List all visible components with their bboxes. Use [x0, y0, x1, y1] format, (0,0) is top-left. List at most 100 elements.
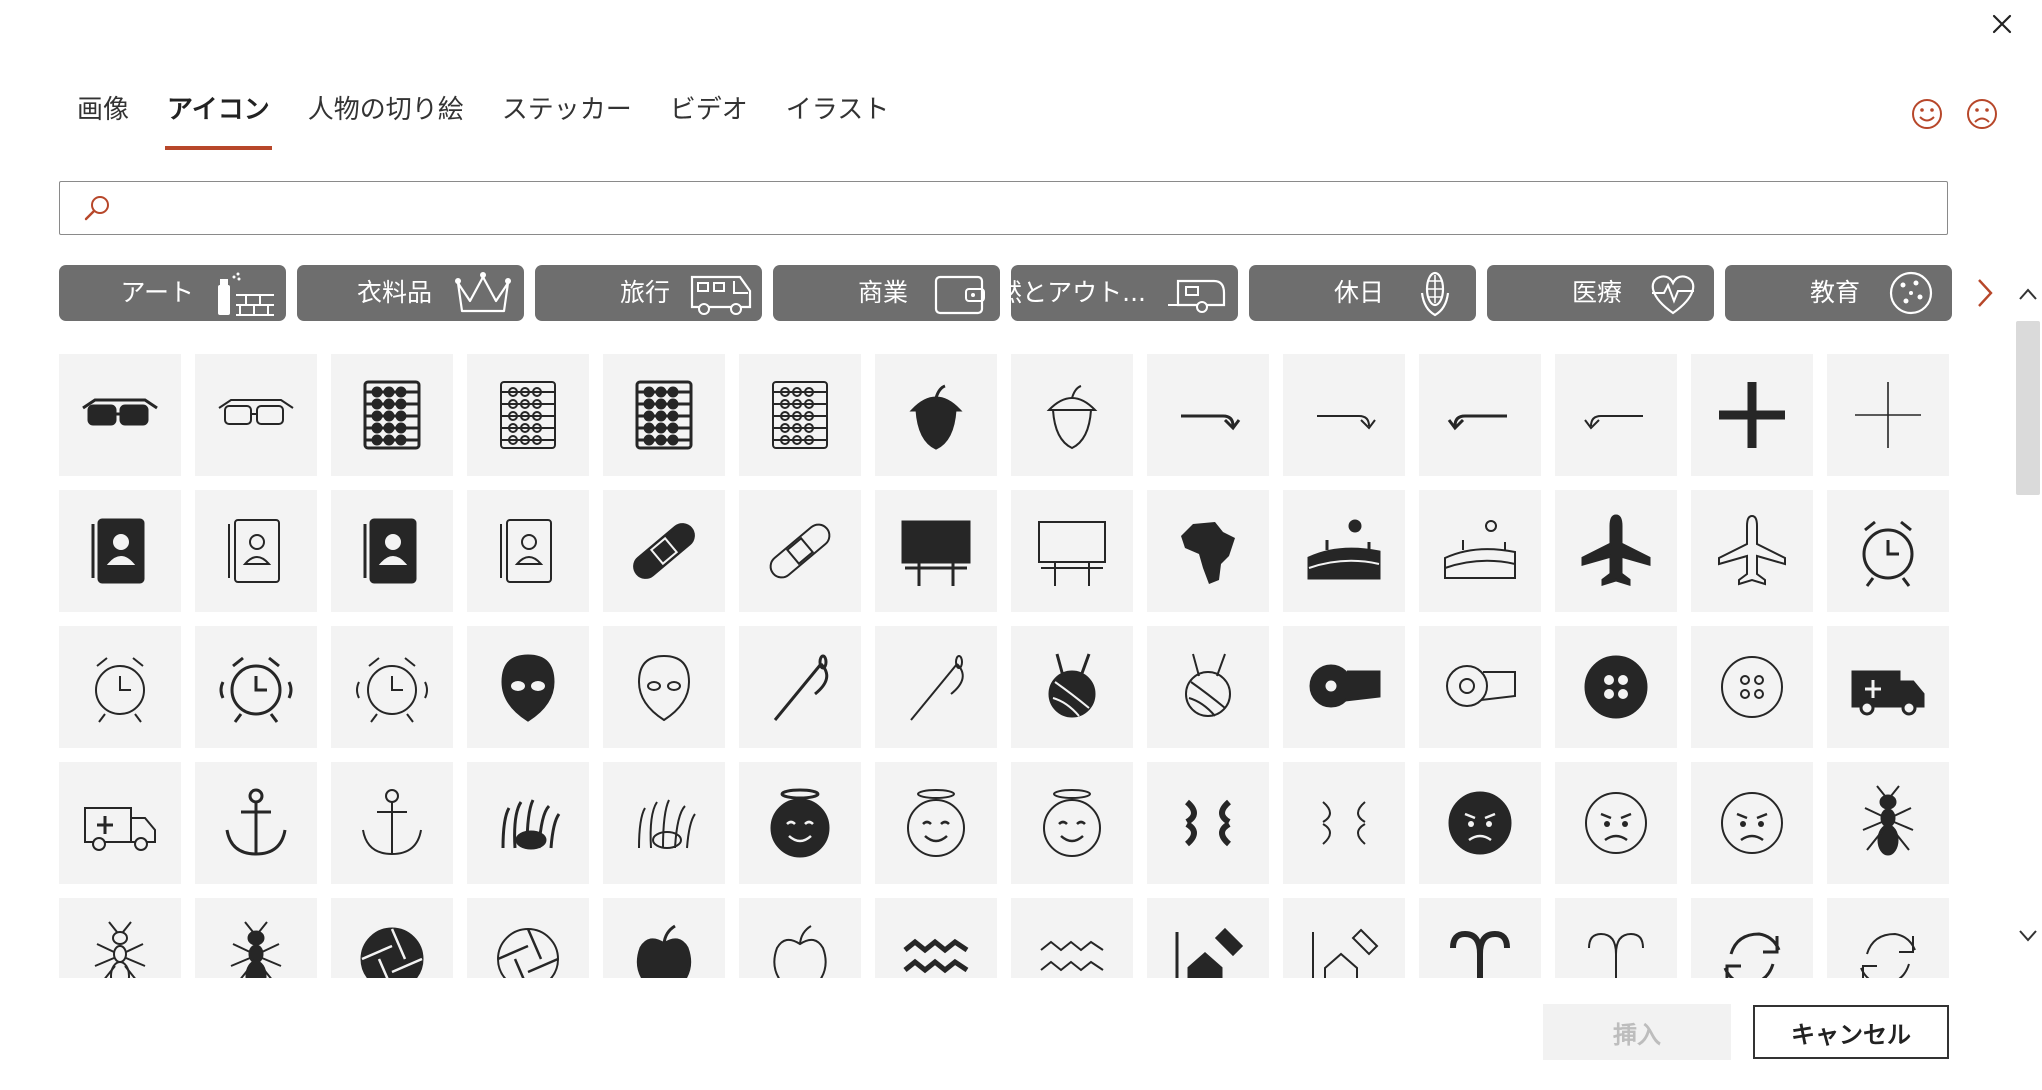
carousel-next-button[interactable] [1968, 268, 2002, 318]
icon-tile[interactable] [1827, 490, 1949, 612]
icon-tile[interactable] [739, 762, 861, 884]
icon-tile[interactable] [331, 762, 453, 884]
icon-tile[interactable] [1011, 490, 1133, 612]
icon-tile[interactable] [739, 626, 861, 748]
icon-tile[interactable] [875, 762, 997, 884]
scroll-up-button[interactable] [2014, 279, 2042, 309]
scroll-down-button[interactable] [2014, 921, 2042, 951]
icon-tile[interactable] [1011, 762, 1133, 884]
scroll-thumb[interactable] [2016, 321, 2040, 495]
icon-tile[interactable] [875, 354, 997, 476]
antarctica-icon [230, 921, 282, 978]
icon-tile[interactable] [331, 626, 453, 748]
cancel-button[interactable]: キャンセル [1753, 1005, 1949, 1059]
tab-stickers[interactable]: ステッカー [500, 90, 634, 150]
icon-tile[interactable] [1419, 626, 1541, 748]
category-chip-education[interactable]: 教育 [1725, 265, 1952, 321]
icon-tile[interactable] [1691, 490, 1813, 612]
aperture-outline-icon [497, 928, 559, 978]
tab-illustrations[interactable]: イラスト [784, 90, 891, 150]
icon-tile[interactable] [1555, 626, 1677, 748]
icon-tile[interactable] [1555, 762, 1677, 884]
category-chip-medical[interactable]: 医療 [1487, 265, 1714, 321]
icon-tile[interactable] [1691, 354, 1813, 476]
icon-tile[interactable] [1691, 762, 1813, 884]
icon-tile[interactable] [1147, 354, 1269, 476]
icon-tile[interactable] [1827, 354, 1949, 476]
icon-tile[interactable] [1011, 354, 1133, 476]
icon-tile[interactable] [603, 762, 725, 884]
icon-tile[interactable] [1147, 490, 1269, 612]
icon-tile[interactable] [59, 490, 181, 612]
icon-tile[interactable] [467, 354, 589, 476]
icon-tile[interactable] [195, 762, 317, 884]
angry-face-outline-bold-icon [1721, 792, 1783, 854]
icon-tile[interactable] [1555, 898, 1677, 978]
icon-tile[interactable] [1555, 490, 1677, 612]
icon-tile[interactable] [1691, 898, 1813, 978]
category-chip-clothing[interactable]: 衣料品 [297, 265, 524, 321]
icon-tile[interactable] [875, 898, 997, 978]
icon-tile[interactable] [1283, 898, 1405, 978]
icon-tile[interactable] [1555, 354, 1677, 476]
icon-tile[interactable] [1283, 626, 1405, 748]
insert-button[interactable]: 挿入 [1543, 1004, 1731, 1060]
scrollbar[interactable] [2014, 261, 2042, 978]
tab-cutout-people[interactable]: 人物の切り絵 [306, 90, 466, 150]
icon-tile[interactable] [1419, 898, 1541, 978]
icon-tile[interactable] [59, 626, 181, 748]
tab-images[interactable]: 画像 [75, 90, 131, 150]
search-box[interactable] [59, 181, 1948, 235]
frown-feedback-button[interactable] [1964, 96, 2000, 132]
icon-tile[interactable] [739, 354, 861, 476]
icon-tile[interactable] [1011, 898, 1133, 978]
icon-tile[interactable] [59, 898, 181, 978]
icon-tile[interactable] [1827, 762, 1949, 884]
icon-tile[interactable] [467, 762, 589, 884]
icon-tile[interactable] [1283, 762, 1405, 884]
icon-tile[interactable] [331, 490, 453, 612]
icon-tile[interactable] [195, 898, 317, 978]
icon-tile[interactable] [331, 898, 453, 978]
icon-tile[interactable] [467, 490, 589, 612]
icon-tile[interactable] [739, 490, 861, 612]
icon-tile[interactable] [1691, 626, 1813, 748]
category-chip-travel[interactable]: 旅行 [535, 265, 762, 321]
category-chip-outdoors[interactable]: 自然とアウト... [1011, 265, 1238, 321]
icon-tile[interactable] [195, 490, 317, 612]
icon-tile[interactable] [739, 898, 861, 978]
icon-tile[interactable] [875, 626, 997, 748]
icon-tile[interactable] [59, 762, 181, 884]
icon-tile[interactable] [875, 490, 997, 612]
icon-tile[interactable] [1011, 626, 1133, 748]
icon-tile[interactable] [603, 354, 725, 476]
icon-tile[interactable] [331, 354, 453, 476]
close-button[interactable] [1986, 8, 2018, 40]
icon-tile[interactable] [1147, 626, 1269, 748]
category-chip-holidays[interactable]: 休日 [1249, 265, 1476, 321]
tab-icons[interactable]: アイコン [165, 90, 272, 150]
icon-tile[interactable] [195, 354, 317, 476]
icon-tile[interactable] [467, 898, 589, 978]
category-chip-business[interactable]: 商業 [773, 265, 1000, 321]
icon-tile[interactable] [1147, 762, 1269, 884]
icon-tile[interactable] [1419, 354, 1541, 476]
icon-tile[interactable] [59, 354, 181, 476]
smile-feedback-button[interactable] [1909, 96, 1945, 132]
icon-tile[interactable] [603, 898, 725, 978]
icon-tile[interactable] [467, 626, 589, 748]
search-input[interactable] [124, 187, 1947, 229]
icon-tile[interactable] [603, 626, 725, 748]
icon-tile[interactable] [1283, 490, 1405, 612]
alarm-ringing-outline-icon [356, 657, 428, 723]
tab-videos[interactable]: ビデオ [668, 90, 750, 150]
icon-tile[interactable] [1419, 762, 1541, 884]
icon-tile[interactable] [195, 626, 317, 748]
icon-tile[interactable] [603, 490, 725, 612]
icon-tile[interactable] [1827, 626, 1949, 748]
icon-tile[interactable] [1827, 898, 1949, 978]
icon-tile[interactable] [1283, 354, 1405, 476]
icon-tile[interactable] [1419, 490, 1541, 612]
category-chip-art[interactable]: アート [59, 265, 286, 321]
icon-tile[interactable] [1147, 898, 1269, 978]
